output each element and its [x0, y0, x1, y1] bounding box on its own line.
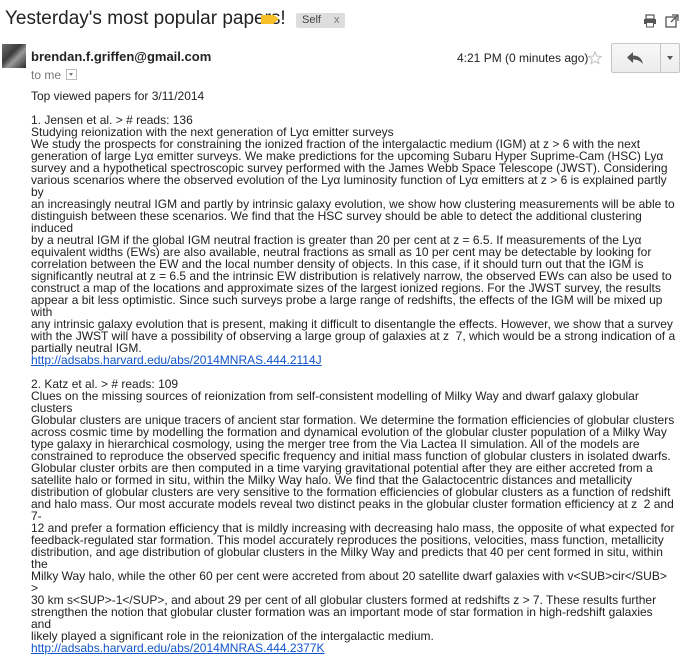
print-icon[interactable] [643, 14, 657, 28]
email-subject: Yesterday's most popular papers! [5, 8, 286, 29]
recipient-text: to me [31, 68, 62, 82]
reply-icon [627, 52, 643, 64]
intro-line: Top viewed papers for 3/11/2014 [31, 89, 205, 103]
paper-link[interactable]: http://adsabs.harvard.edu/abs/2014MNRAS.… [31, 354, 676, 366]
recipient-line: to me [31, 68, 78, 82]
star-icon[interactable] [588, 51, 602, 65]
paper-link[interactable]: http://adsabs.harvard.edu/abs/2014MNRAS.… [31, 642, 676, 654]
sender-email[interactable]: brendan.f.griffen@gmail.com [31, 49, 211, 64]
paper-title: Clues on the missing sources of reioniza… [31, 389, 643, 415]
avatar[interactable] [2, 44, 26, 68]
reply-button[interactable] [612, 44, 660, 72]
label-chip-text: Self [302, 14, 321, 26]
label-chip-self[interactable]: Self x [296, 13, 346, 28]
message-timestamp: 4:21 PM (0 minutes ago) [457, 51, 589, 65]
message-body: Top viewed papers for 3/11/2014 1. Jense… [31, 90, 676, 666]
paper-abstract: Globular clusters are unique tracers of … [31, 413, 675, 643]
show-details-chevron-icon[interactable] [66, 69, 78, 81]
subject-bar: Yesterday's most popular papers! Self x [0, 0, 683, 40]
more-options-button[interactable] [660, 44, 680, 72]
label-importance-icon[interactable] [261, 15, 279, 24]
new-window-icon[interactable] [665, 14, 679, 28]
paper-item-1: 1. Jensen et al. > # reads: 136 Studying… [31, 114, 676, 366]
paper-abstract: We study the prospects for constraining … [31, 137, 676, 355]
reply-button-group [611, 43, 680, 73]
paper-item-2: 2. Katz et al. > # reads: 109 Clues on t… [31, 378, 676, 654]
label-chip-remove[interactable]: x [334, 14, 340, 26]
